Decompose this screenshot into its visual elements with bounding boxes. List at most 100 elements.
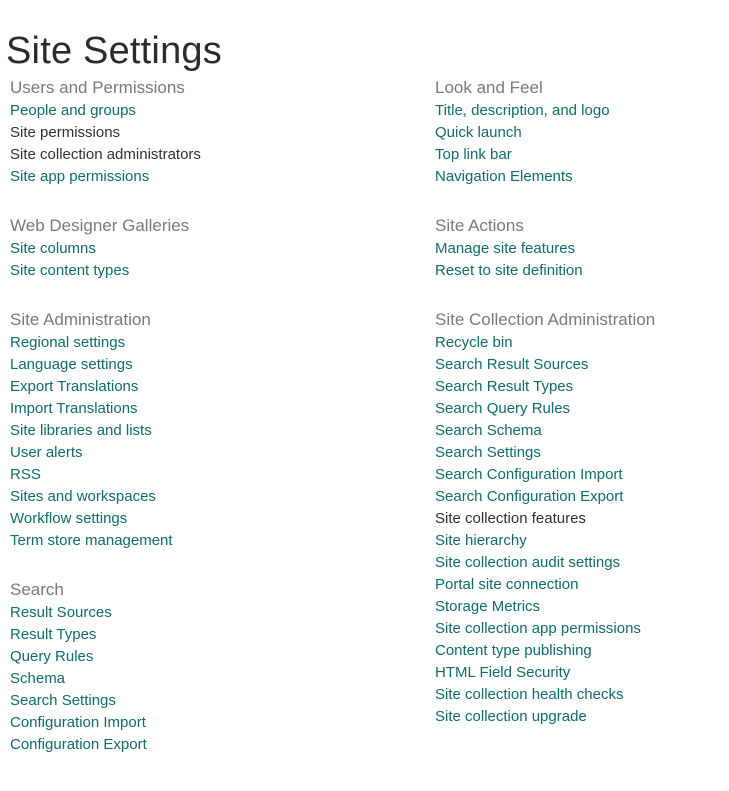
list-item: Regional settings [10, 332, 420, 354]
list-item: Site collection audit settings [435, 552, 725, 574]
settings-link-list: Site columns Site content types [10, 238, 420, 282]
settings-link-site-app-permissions[interactable]: Site app permissions [10, 166, 420, 188]
settings-link-manage-site-features[interactable]: Manage site features [435, 238, 725, 260]
settings-link-site-collection-upgrade[interactable]: Site collection upgrade [435, 706, 725, 728]
settings-link-portal-site-connection[interactable]: Portal site connection [435, 574, 725, 596]
settings-link-search-settings[interactable]: Search Settings [10, 690, 420, 712]
list-item: Site hierarchy [435, 530, 725, 552]
settings-section-web-designer-galleries: Web Designer Galleries Site columns Site c… [10, 214, 420, 282]
settings-link-site-collection-audit-settings[interactable]: Site collection audit settings [435, 552, 725, 574]
settings-link-user-alerts[interactable]: User alerts [10, 442, 420, 464]
settings-link-configuration-import[interactable]: Configuration Import [10, 712, 420, 734]
settings-link-result-types[interactable]: Result Types [10, 624, 420, 646]
list-item: Search Configuration Export [435, 486, 725, 508]
settings-link-schema[interactable]: Schema [10, 668, 420, 690]
list-item: Result Sources [10, 602, 420, 624]
settings-link-search-configuration-export[interactable]: Search Configuration Export [435, 486, 725, 508]
list-item: Export Translations [10, 376, 420, 398]
list-item: Search Settings [10, 690, 420, 712]
settings-link-list: Recycle bin Search Result Sources Search R… [435, 332, 725, 728]
list-item: Search Result Types [435, 376, 725, 398]
settings-link-list: People and groups Site permissions Site co… [10, 100, 420, 188]
settings-section-site-administration: Site Administration Regional settings Lang… [10, 308, 420, 552]
section-heading: Site Collection Administration [435, 310, 656, 329]
settings-link-result-sources[interactable]: Result Sources [10, 602, 420, 624]
settings-link-reset-to-site-definition[interactable]: Reset to site definition [435, 260, 725, 282]
settings-link-site-hierarchy[interactable]: Site hierarchy [435, 530, 725, 552]
list-item: Sites and workspaces [10, 486, 420, 508]
settings-link-site-content-types[interactable]: Site content types [10, 260, 420, 282]
list-item: Search Result Sources [435, 354, 725, 376]
list-item: HTML Field Security [435, 662, 725, 684]
list-item: Site content types [10, 260, 420, 282]
settings-column-right: Look and Feel Title, description, and log… [435, 76, 725, 728]
list-item: Quick launch [435, 122, 725, 144]
list-item: Search Schema [435, 420, 725, 442]
list-item: RSS [10, 464, 420, 486]
settings-link-search-query-rules[interactable]: Search Query Rules [435, 398, 725, 420]
settings-link-list: Title, description, and logo Quick launch… [435, 100, 725, 188]
settings-link-site-collection-administrators[interactable]: Site collection administrators [10, 144, 420, 166]
section-heading: Site Actions [435, 216, 524, 235]
settings-link-storage-metrics[interactable]: Storage Metrics [435, 596, 725, 618]
list-item: Navigation Elements [435, 166, 725, 188]
list-item: Configuration Import [10, 712, 420, 734]
settings-link-title-description-and-logo[interactable]: Title, description, and logo [435, 100, 725, 122]
settings-link-language-settings[interactable]: Language settings [10, 354, 420, 376]
settings-column-left: Users and Permissions People and groups Si… [10, 76, 420, 756]
settings-link-search-result-sources[interactable]: Search Result Sources [435, 354, 725, 376]
settings-link-import-translations[interactable]: Import Translations [10, 398, 420, 420]
settings-section-search: Search Result Sources Result Types Query Ru… [10, 578, 420, 756]
settings-link-site-columns[interactable]: Site columns [10, 238, 420, 260]
settings-link-workflow-settings[interactable]: Workflow settings [10, 508, 420, 530]
list-item: Search Settings [435, 442, 725, 464]
list-item: Configuration Export [10, 734, 420, 756]
settings-link-search-configuration-import[interactable]: Search Configuration Import [435, 464, 725, 486]
settings-link-site-collection-features[interactable]: Site collection features [435, 508, 725, 530]
settings-link-search-settings[interactable]: Search Settings [435, 442, 725, 464]
list-item: Term store management [10, 530, 420, 552]
settings-link-navigation-elements[interactable]: Navigation Elements [435, 166, 725, 188]
list-item: Title, description, and logo [435, 100, 725, 122]
settings-link-site-collection-app-permissions[interactable]: Site collection app permissions [435, 618, 725, 640]
settings-link-list: Manage site features Reset to site defini… [435, 238, 725, 282]
settings-link-configuration-export[interactable]: Configuration Export [10, 734, 420, 756]
list-item: Site collection administrators [10, 144, 420, 166]
settings-link-search-schema[interactable]: Search Schema [435, 420, 725, 442]
list-item: Site collection health checks [435, 684, 725, 706]
settings-link-site-collection-health-checks[interactable]: Site collection health checks [435, 684, 725, 706]
list-item: Site collection app permissions [435, 618, 725, 640]
settings-link-quick-launch[interactable]: Quick launch [435, 122, 725, 144]
settings-link-top-link-bar[interactable]: Top link bar [435, 144, 725, 166]
settings-link-site-libraries-and-lists[interactable]: Site libraries and lists [10, 420, 420, 442]
section-heading: Users and Permissions [10, 78, 185, 97]
list-item: Result Types [10, 624, 420, 646]
page-title: Site Settings [6, 30, 222, 73]
settings-link-sites-and-workspaces[interactable]: Sites and workspaces [10, 486, 420, 508]
list-item: Site collection features [435, 508, 725, 530]
list-item: Site libraries and lists [10, 420, 420, 442]
settings-link-list: Result Sources Result Types Query Rules Sch… [10, 602, 420, 756]
settings-link-term-store-management[interactable]: Term store management [10, 530, 420, 552]
settings-link-rss[interactable]: RSS [10, 464, 420, 486]
settings-link-search-result-types[interactable]: Search Result Types [435, 376, 725, 398]
section-heading: Search [10, 580, 64, 599]
list-item: Import Translations [10, 398, 420, 420]
list-item: Language settings [10, 354, 420, 376]
settings-link-html-field-security[interactable]: HTML Field Security [435, 662, 725, 684]
settings-link-regional-settings[interactable]: Regional settings [10, 332, 420, 354]
settings-link-export-translations[interactable]: Export Translations [10, 376, 420, 398]
list-item: Site permissions [10, 122, 420, 144]
section-heading: Web Designer Galleries [10, 216, 190, 235]
list-item: Query Rules [10, 646, 420, 668]
settings-link-content-type-publishing[interactable]: Content type publishing [435, 640, 725, 662]
list-item: Site columns [10, 238, 420, 260]
list-item: Reset to site definition [435, 260, 725, 282]
settings-link-recycle-bin[interactable]: Recycle bin [435, 332, 725, 354]
settings-link-site-permissions[interactable]: Site permissions [10, 122, 420, 144]
settings-link-query-rules[interactable]: Query Rules [10, 646, 420, 668]
list-item: Content type publishing [435, 640, 725, 662]
list-item: Portal site connection [435, 574, 725, 596]
list-item: Manage site features [435, 238, 725, 260]
settings-link-people-and-groups[interactable]: People and groups [10, 100, 420, 122]
